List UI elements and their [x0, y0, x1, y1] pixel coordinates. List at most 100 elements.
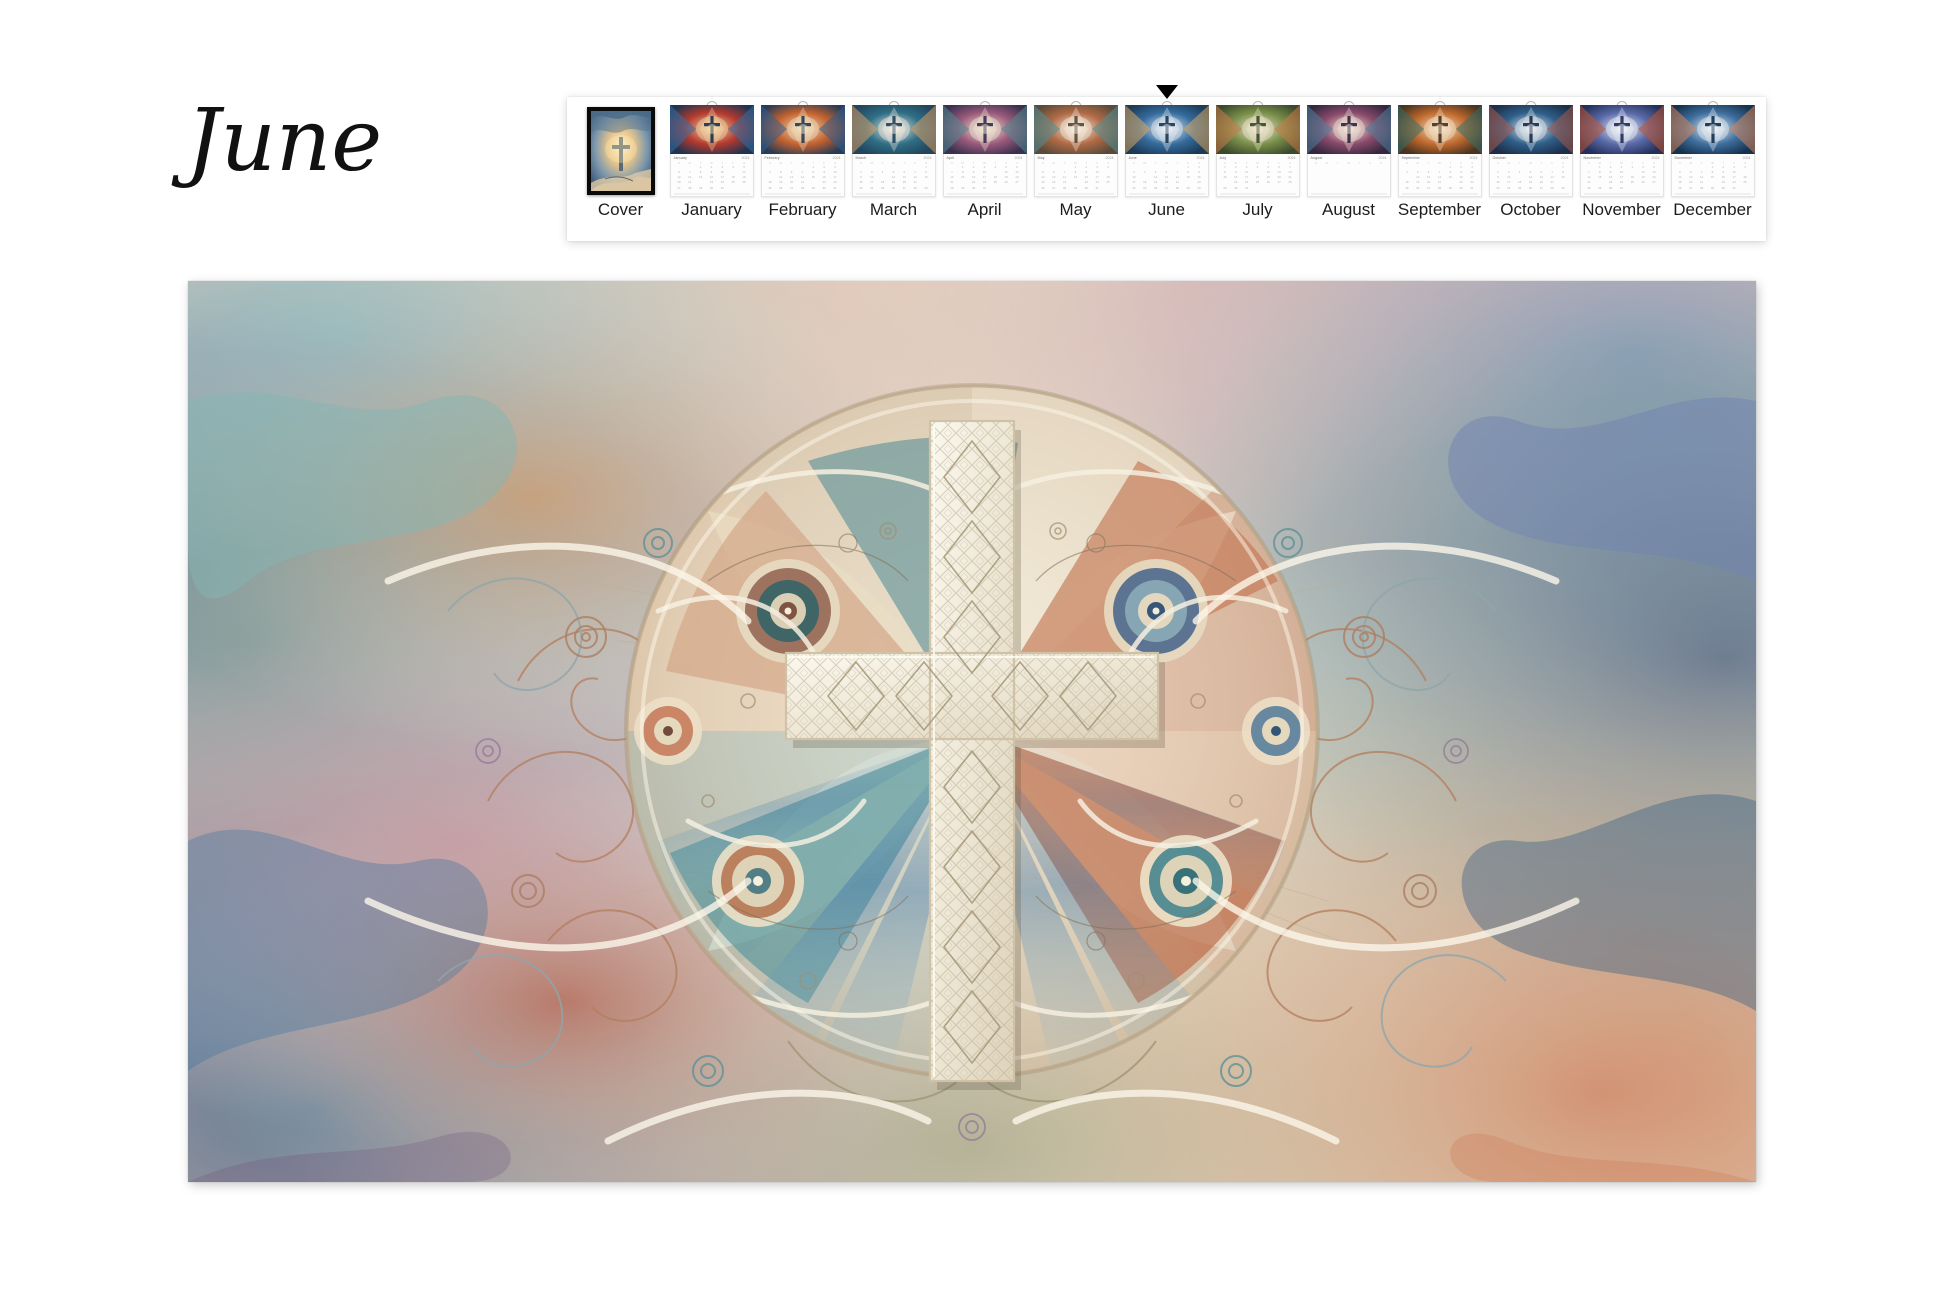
calendar-grid: August 2024 S M T W T F S 1 2 3 4 5 6 7 8 9 10 11 12 13 14 15 16… — [1306, 154, 1391, 197]
wall-calendar-thumb: June 2024 S M T W T F S 1 2 3 4 5 6 7 8 9 10 11 12 13 14 15 16 17… — [1124, 101, 1209, 197]
calendar-art — [1670, 105, 1755, 154]
thumbnail-item-august[interactable]: August 2024 S M T W T F S 1 2 3 4 5 6 7 8 9 10 11 12 13 14 15 16… — [1303, 101, 1394, 241]
wall-calendar-thumb: September 2024 S M T W T F S 1 2 3 4 5 6 7 8 9 10 11 12 13 14 1… — [1397, 101, 1482, 197]
calendar-art — [942, 105, 1027, 154]
calendar-grid: July 2024 S M T W T F S 1 2 3 4 5 6 7 8 9 10 11 12 13 14 15 16 17… — [1215, 154, 1300, 197]
calendar-art — [1306, 105, 1391, 154]
wall-calendar-thumb: January 2024 S M T W T F S 1 2 3 4 5 6 7 8 9 10 11 12 13 14 15 1… — [669, 101, 754, 197]
calendar-footer-bar — [1492, 192, 1569, 195]
thumbnail-caption: Cover — [597, 200, 644, 219]
thumbnail-item-february[interactable]: February 2024 S M T W T F S 1 2 3 4 5 6 7 8 9 10 11 12 13 14 15… — [757, 101, 848, 241]
thumbnail-item-april[interactable]: April 2024 S M T W T F S 1 2 3 4 5 6 7 8 9 10 11 12 13 14 15 16 1… — [939, 101, 1030, 241]
thumbnail-artwork: January 2024 S M T W T F S 1 2 3 4 5 6 7 8 9 10 11 12 13 14 15 1… — [669, 101, 754, 197]
calendar-grid: February 2024 S M T W T F S 1 2 3 4 5 6 7 8 9 10 11 12 13 14 15… — [760, 154, 845, 197]
thumbnail-item-october[interactable]: October 2024 S M T W T F S 1 2 3 4 5 6 7 8 9 10 11 12 13 14 15 1… — [1485, 101, 1576, 241]
thumbnail-item-november[interactable]: November 2024 S M T W T F S 1 2 3 4 5 6 7 8 9 10 11 12 13 14 15… — [1576, 101, 1667, 241]
calendar-art — [851, 105, 936, 154]
thumbnail-item-may[interactable]: May 2024 S M T W T F S 1 2 3 4 5 6 7 8 9 10 11 12 13 14 15 16 17 1… — [1030, 101, 1121, 241]
thumbnail-artwork: March 2024 S M T W T F S 1 2 3 4 5 6 7 8 9 10 11 12 13 14 15 16 1… — [851, 101, 936, 197]
calendar-month-label: May — [1037, 156, 1045, 160]
calendar-month-label: October — [1492, 156, 1506, 160]
calendar-year-label: 2024 — [832, 156, 841, 160]
calendar-art — [669, 105, 754, 154]
thumbnail-artwork: August 2024 S M T W T F S 1 2 3 4 5 6 7 8 9 10 11 12 13 14 15 16… — [1306, 101, 1391, 197]
calendar-footer-bar — [1219, 192, 1296, 195]
thumbnail-item-june[interactable]: June 2024 S M T W T F S 1 2 3 4 5 6 7 8 9 10 11 12 13 14 15 16 17… — [1121, 85, 1212, 241]
calendar-grid: December 2024 S M T W T F S 1 2 3 4 5 6 7 8 9 10 11 12 13 14 15… — [1670, 154, 1755, 197]
wall-calendar-thumb: April 2024 S M T W T F S 1 2 3 4 5 6 7 8 9 10 11 12 13 14 15 16 1… — [942, 101, 1027, 197]
calendar-art — [1579, 105, 1664, 154]
calendar-grid: November 2024 S M T W T F S 1 2 3 4 5 6 7 8 9 10 11 12 13 14 15… — [1579, 154, 1664, 197]
calendar-footer-bar — [1401, 192, 1478, 195]
thumbnail-artwork: September 2024 S M T W T F S 1 2 3 4 5 6 7 8 9 10 11 12 13 14 1… — [1397, 101, 1482, 197]
calendar-month-label: February — [764, 156, 780, 160]
calendar-footer-bar — [1674, 192, 1751, 195]
month-title-text: June — [171, 91, 382, 191]
thumbnail-caption: September — [1397, 200, 1482, 219]
thumbnail-caption: November — [1582, 200, 1661, 219]
calendar-grid: September 2024 S M T W T F S 1 2 3 4 5 6 7 8 9 10 11 12 13 14 1… — [1397, 154, 1482, 197]
calendar-grid: March 2024 S M T W T F S 1 2 3 4 5 6 7 8 9 10 11 12 13 14 15 16 1… — [851, 154, 936, 197]
calendar-month-label: July — [1219, 156, 1227, 160]
calendar-grid: May 2024 S M T W T F S 1 2 3 4 5 6 7 8 9 10 11 12 13 14 15 16 17 1… — [1033, 154, 1118, 197]
calendar-year-label: 2024 — [1378, 156, 1387, 160]
wall-calendar-thumb: March 2024 S M T W T F S 1 2 3 4 5 6 7 8 9 10 11 12 13 14 15 16 1… — [851, 101, 936, 197]
calendar-year-label: 2024 — [1105, 156, 1114, 160]
calendar-footer-bar — [1037, 192, 1114, 195]
thumbnail-item-july[interactable]: July 2024 S M T W T F S 1 2 3 4 5 6 7 8 9 10 11 12 13 14 15 16 17… — [1212, 101, 1303, 241]
app-root: June Cover January 2024 S M T W T F S 1 2 3 4 5 6 7 8 9 10 1… — [0, 0, 1946, 1297]
thumbnail-caption: May — [1059, 200, 1092, 219]
calendar-grid: October 2024 S M T W T F S 1 2 3 4 5 6 7 8 9 10 11 12 13 14 15 1… — [1488, 154, 1573, 197]
wall-calendar-thumb: February 2024 S M T W T F S 1 2 3 4 5 6 7 8 9 10 11 12 13 14 15… — [760, 101, 845, 197]
calendar-month-label: April — [946, 156, 955, 160]
calendar-year-label: 2024 — [1287, 156, 1296, 160]
calendar-month-label: June — [1128, 156, 1137, 160]
calendar-grid: June 2024 S M T W T F S 1 2 3 4 5 6 7 8 9 10 11 12 13 14 15 16 17… — [1124, 154, 1209, 197]
thumbnail-artwork: April 2024 S M T W T F S 1 2 3 4 5 6 7 8 9 10 11 12 13 14 15 16 1… — [942, 101, 1027, 197]
calendar-grid: April 2024 S M T W T F S 1 2 3 4 5 6 7 8 9 10 11 12 13 14 15 16 1… — [942, 154, 1027, 197]
calendar-art — [1033, 105, 1118, 154]
wall-calendar-thumb: May 2024 S M T W T F S 1 2 3 4 5 6 7 8 9 10 11 12 13 14 15 16 17 1… — [1033, 101, 1118, 197]
calendar-art — [1124, 105, 1209, 154]
triangle-down-icon — [1155, 85, 1178, 99]
calendar-footer-bar — [1583, 192, 1660, 195]
page-title: June — [171, 62, 498, 202]
page-thumbnail-strip[interactable]: Cover January 2024 S M T W T F S 1 2 3 4 5 6 7 8 9 10 11 12 13… — [567, 85, 1766, 241]
calendar-art — [1488, 105, 1573, 154]
thumbnail-caption: April — [967, 200, 1002, 219]
thumbnail-item-cover[interactable]: Cover — [575, 105, 666, 241]
calendar-grid: January 2024 S M T W T F S 1 2 3 4 5 6 7 8 9 10 11 12 13 14 15 1… — [669, 154, 754, 197]
calendar-art — [1397, 105, 1482, 154]
thumbnail-artwork: November 2024 S M T W T F S 1 2 3 4 5 6 7 8 9 10 11 12 13 14 15… — [1579, 101, 1664, 197]
thumbnail-caption: March — [869, 200, 918, 219]
calendar-footer-bar — [1310, 192, 1387, 195]
thumbnail-caption: January — [681, 200, 742, 219]
thumbnail-item-january[interactable]: January 2024 S M T W T F S 1 2 3 4 5 6 7 8 9 10 11 12 13 14 15 1… — [666, 101, 757, 241]
calendar-art — [1215, 105, 1300, 154]
thumbnail-list: Cover January 2024 S M T W T F S 1 2 3 4 5 6 7 8 9 10 11 12 13… — [567, 85, 1766, 241]
calendar-art — [760, 105, 845, 154]
calendar-month-label: March — [855, 156, 866, 160]
calendar-year-label: 2024 — [741, 156, 750, 160]
calendar-month-label: September — [1401, 156, 1420, 160]
calendar-year-label: 2024 — [1742, 156, 1751, 160]
wall-calendar-thumb: August 2024 S M T W T F S 1 2 3 4 5 6 7 8 9 10 11 12 13 14 15 16… — [1306, 101, 1391, 197]
calendar-year-label: 2024 — [1196, 156, 1205, 160]
thumbnail-item-march[interactable]: March 2024 S M T W T F S 1 2 3 4 5 6 7 8 9 10 11 12 13 14 15 16 1… — [848, 101, 939, 241]
calendar-month-label: August — [1310, 156, 1323, 160]
thumbnail-item-september[interactable]: September 2024 S M T W T F S 1 2 3 4 5 6 7 8 9 10 11 12 13 14 1… — [1394, 101, 1485, 241]
calendar-footer-bar — [855, 192, 932, 195]
thumbnail-caption: July — [1242, 200, 1273, 219]
calendar-month-label: January — [673, 156, 687, 160]
thumbnail-artwork — [586, 105, 655, 197]
thumbnail-artwork: May 2024 S M T W T F S 1 2 3 4 5 6 7 8 9 10 11 12 13 14 15 16 17 1… — [1033, 101, 1118, 197]
calendar-year-label: 2024 — [1014, 156, 1023, 160]
wall-calendar-thumb: November 2024 S M T W T F S 1 2 3 4 5 6 7 8 9 10 11 12 13 14 15… — [1579, 101, 1664, 197]
thumbnail-caption: June — [1148, 200, 1185, 219]
wall-calendar-thumb: July 2024 S M T W T F S 1 2 3 4 5 6 7 8 9 10 11 12 13 14 15 16 17… — [1215, 101, 1300, 197]
main-artwork-preview[interactable] — [188, 281, 1756, 1182]
calendar-month-label: December — [1674, 156, 1692, 160]
thumbnail-item-december[interactable]: December 2024 S M T W T F S 1 2 3 4 5 6 7 8 9 10 11 12 13 14 15… — [1667, 101, 1758, 241]
mandala-cross-illustration — [188, 281, 1756, 1182]
thumbnail-caption: August — [1322, 200, 1375, 219]
